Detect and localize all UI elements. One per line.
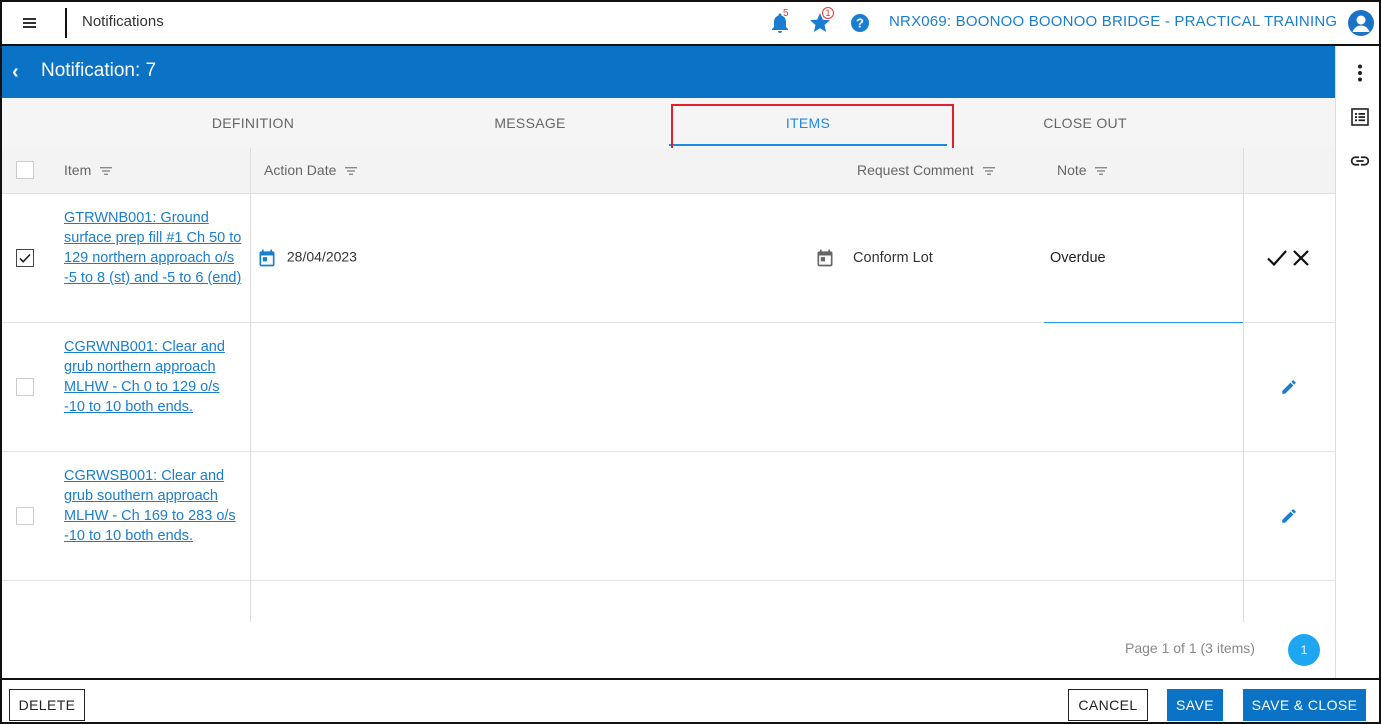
page-button[interactable]: 1	[1288, 634, 1320, 666]
tab-items[interactable]: ITEMS	[669, 98, 947, 148]
save-and-close-button[interactable]: SAVE & CLOSE	[1243, 689, 1366, 721]
item-link[interactable]: CGRWNB001: Clear and grub northern appro…	[64, 337, 242, 417]
favorites-badge: 1	[822, 7, 834, 19]
column-header-action-date[interactable]: Action Date	[264, 162, 358, 178]
calendar-icon[interactable]	[257, 248, 277, 268]
column-divider	[250, 148, 251, 622]
column-header-note[interactable]: Note	[1057, 162, 1108, 178]
table-row: GTRWNB001: Ground surface prep fill #1 C…	[2, 194, 1335, 324]
row-checkbox[interactable]	[16, 378, 34, 396]
column-header-request-comment[interactable]: Request Comment	[857, 162, 995, 178]
save-button[interactable]: SAVE	[1167, 689, 1223, 721]
column-header-item-label: Item	[64, 162, 92, 178]
app-frame: Notifications 5 1 ? NRX069: BOONOO BOONO…	[0, 0, 1381, 724]
item-link[interactable]: CGRWSB001: Clear and grub southern appro…	[64, 466, 242, 546]
cancel-x-icon[interactable]	[1291, 248, 1311, 273]
menu-icon[interactable]	[18, 12, 42, 34]
filter-icon[interactable]	[345, 166, 358, 176]
account-icon[interactable]	[1348, 10, 1374, 36]
column-header-request-comment-label: Request Comment	[857, 162, 974, 178]
page-title: Notification: 7	[41, 60, 157, 81]
more-vert-icon[interactable]	[1349, 62, 1371, 84]
notifications-badge: 5	[783, 8, 789, 19]
table-row: CGRWNB001: Clear and grub northern appro…	[2, 323, 1335, 452]
edit-pencil-icon[interactable]	[1280, 507, 1298, 530]
tab-definition[interactable]: DEFINITION	[114, 98, 392, 148]
filter-icon[interactable]	[982, 166, 995, 176]
column-divider	[1243, 148, 1244, 622]
top-bar: Notifications 5 1 ? NRX069: BOONOO BOONO…	[2, 2, 1379, 46]
delete-button[interactable]: DELETE	[9, 689, 85, 721]
calendar-icon[interactable]	[815, 248, 835, 268]
help-icon[interactable]: ?	[848, 11, 872, 35]
item-link[interactable]: GTRWNB001: Ground surface prep fill #1 C…	[64, 208, 242, 288]
notification-header: ‹ Notification: 7	[2, 46, 1335, 98]
column-header-action-date-label: Action Date	[264, 162, 337, 178]
note-input[interactable]	[1044, 194, 1243, 324]
filter-icon[interactable]	[100, 166, 113, 176]
tab-bar: DEFINITION MESSAGE ITEMS CLOSE OUT	[2, 98, 1335, 148]
star-icon[interactable]: 1	[808, 7, 834, 35]
request-comment-value: Conform Lot	[853, 249, 933, 266]
tab-close-out[interactable]: CLOSE OUT	[946, 98, 1224, 148]
app-title: Notifications	[82, 13, 164, 30]
filter-icon[interactable]	[1095, 166, 1108, 176]
column-header-note-label: Note	[1057, 162, 1087, 178]
back-chevron-icon[interactable]: ‹	[12, 61, 30, 83]
select-all-checkbox[interactable]	[16, 161, 34, 179]
link-icon[interactable]	[1349, 150, 1371, 172]
items-grid: Item Action Date Request Comment Note GT…	[2, 148, 1335, 622]
request-comment-cell: Conform Lot	[815, 248, 933, 268]
row-checkbox[interactable]	[16, 507, 34, 525]
svg-text:?: ?	[856, 16, 864, 31]
right-rail	[1335, 46, 1379, 678]
active-tab-indicator	[669, 144, 947, 146]
column-header-item[interactable]: Item	[64, 162, 113, 178]
pager-summary: Page 1 of 1 (3 items)	[1125, 640, 1255, 656]
action-date-value: 28/04/2023	[286, 248, 357, 265]
list-alt-icon[interactable]	[1349, 106, 1371, 128]
footer-bar: DELETE CANCEL SAVE SAVE & CLOSE	[2, 678, 1379, 722]
grid-header: Item Action Date Request Comment Note	[2, 148, 1335, 194]
bell-icon[interactable]: 5	[768, 8, 792, 35]
project-title[interactable]: NRX069: BOONOO BOONOO BRIDGE - PRACTICAL…	[889, 13, 1337, 30]
cancel-button[interactable]: CANCEL	[1068, 689, 1148, 721]
confirm-check-icon[interactable]	[1266, 248, 1288, 273]
tab-items-label: ITEMS	[785, 115, 831, 131]
topbar-divider	[65, 8, 67, 38]
row-checkbox[interactable]	[16, 249, 34, 267]
edit-pencil-icon[interactable]	[1280, 378, 1298, 401]
table-row: CGRWSB001: Clear and grub southern appro…	[2, 452, 1335, 581]
action-date-cell: 28/04/2023	[257, 248, 357, 268]
tab-message[interactable]: MESSAGE	[391, 98, 669, 148]
